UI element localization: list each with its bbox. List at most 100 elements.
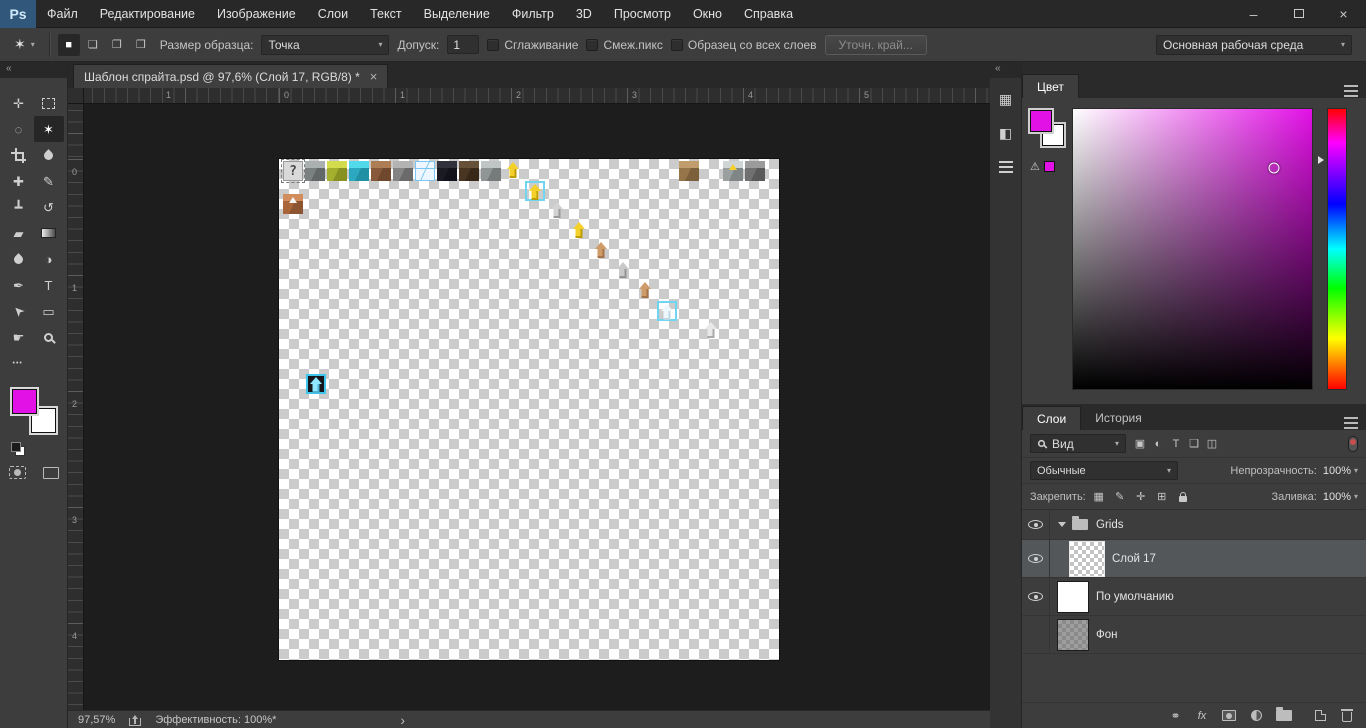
layer-row[interactable]: По умолчанию [1022, 578, 1366, 616]
zoom-tool[interactable] [34, 324, 64, 350]
menu-item[interactable]: Файл [36, 0, 89, 28]
menu-item[interactable]: Выделение [413, 0, 501, 28]
lasso-tool[interactable]: ◌ [4, 116, 34, 142]
antialias-checkbox[interactable] [487, 39, 499, 51]
shape-tool[interactable]: ▭ [34, 298, 64, 324]
layer-row[interactable]: Фон [1022, 616, 1366, 654]
tab-История[interactable]: История [1081, 406, 1156, 430]
delete-layer-icon[interactable] [1340, 707, 1354, 725]
collapse-tools-button[interactable]: « [0, 62, 67, 78]
horizontal-ruler[interactable] [84, 88, 990, 104]
visibility-cell[interactable] [1022, 578, 1050, 615]
restore-button[interactable] [1276, 0, 1321, 27]
filter-type-layers-icon[interactable]: T [1168, 436, 1184, 452]
swatches-panel-icon[interactable]: ◧ [993, 120, 1019, 146]
color-cursor[interactable] [1268, 162, 1279, 173]
menu-item[interactable]: Окно [682, 0, 733, 28]
lock-artboard-icon[interactable]: ⊞ [1155, 489, 1169, 505]
history-brush-tool[interactable]: ↺ [34, 194, 64, 220]
zoom-level[interactable]: 97,57% [78, 714, 115, 726]
marquee-tool[interactable] [34, 90, 64, 116]
sample-all-layers-checkbox[interactable] [671, 39, 683, 51]
new-group-icon[interactable] [1276, 707, 1300, 725]
export-icon[interactable] [129, 718, 141, 726]
dodge-tool[interactable]: ◑ [34, 246, 64, 272]
group-row[interactable]: Grids [1022, 510, 1366, 540]
close-tab-icon[interactable]: × [370, 70, 378, 83]
menu-item[interactable]: Текст [359, 0, 412, 28]
move-tool[interactable]: ✛ [4, 90, 34, 116]
close-button[interactable]: × [1321, 0, 1366, 27]
canvas-viewport[interactable]: ? 101234501234 [68, 88, 990, 710]
blur-tool[interactable] [4, 246, 34, 272]
layer-thumbnail[interactable] [1058, 582, 1088, 612]
visibility-cell[interactable] [1022, 540, 1050, 577]
eraser-tool[interactable]: ▰ [4, 220, 34, 246]
tool-preset-selector[interactable]: ✶ ▾ [8, 34, 41, 55]
filter-adjustment-layers-icon[interactable]: ◐ [1150, 436, 1166, 452]
opacity-input[interactable]: 100% ▾ [1323, 465, 1358, 477]
add-selection-mode-icon[interactable]: ❏ [82, 34, 104, 56]
minimize-button[interactable]: – [1231, 0, 1276, 27]
fill-input[interactable]: 100% ▾ [1323, 491, 1358, 503]
new-layer-icon[interactable] [1313, 707, 1327, 725]
menu-item[interactable]: Изображение [206, 0, 307, 28]
adjustment-layer-icon[interactable] [1249, 707, 1263, 725]
eyedropper-tool[interactable] [34, 142, 64, 168]
default-colors-icon[interactable] [11, 442, 25, 456]
new-selection-mode-icon[interactable]: ■ [58, 34, 80, 56]
magic-wand-tool[interactable]: ✶ [34, 116, 64, 142]
tab-Слои[interactable]: Слои [1022, 406, 1081, 430]
layer-filter-toggle[interactable] [1348, 436, 1358, 452]
status-expand-icon[interactable]: › [400, 712, 405, 728]
type-tool[interactable]: T [34, 272, 64, 298]
lock-all-icon[interactable] [1176, 489, 1190, 505]
path-selection-tool[interactable]: ➤ [4, 298, 34, 324]
visibility-cell[interactable] [1022, 616, 1050, 653]
sample-size-select[interactable]: Точка ▾ [261, 35, 389, 55]
filter-shape-layers-icon[interactable]: ❑ [1186, 436, 1202, 452]
foreground-color-swatch[interactable] [1030, 110, 1052, 132]
filter-pixel-layers-icon[interactable]: ▣ [1132, 436, 1148, 452]
layer-row[interactable]: Слой 17 [1022, 540, 1366, 578]
more-tools[interactable]: ••• [4, 350, 34, 376]
filter-smart-objects-icon[interactable]: ◫ [1204, 436, 1220, 452]
layer-filter-select[interactable]: Вид ▾ [1030, 434, 1126, 453]
subtract-selection-mode-icon[interactable]: ❐ [106, 34, 128, 56]
disclosure-triangle-icon[interactable] [1058, 522, 1066, 527]
blend-mode-select[interactable]: Обычные ▾ [1030, 461, 1178, 480]
document-tab[interactable]: Шаблон спрайта.psd @ 97,6% (Слой 17, RGB… [73, 64, 388, 88]
lock-pixels-icon[interactable]: ✎ [1113, 489, 1127, 505]
panel-menu-icon[interactable] [1344, 90, 1358, 92]
menu-item[interactable]: Редактирование [89, 0, 206, 28]
tolerance-input[interactable]: 1 [447, 35, 479, 54]
layer-mask-icon[interactable] [1222, 707, 1236, 725]
grid-panel-icon[interactable]: ▦ [993, 86, 1019, 112]
menu-item[interactable]: Просмотр [603, 0, 682, 28]
menu-item[interactable]: Фильтр [501, 0, 565, 28]
pen-tool[interactable]: ✒ [4, 272, 34, 298]
lock-transparency-icon[interactable]: ▦ [1092, 489, 1106, 505]
link-layers-icon[interactable]: ⚭ [1168, 707, 1182, 725]
saturation-brightness-field[interactable] [1072, 108, 1313, 390]
layer-thumbnail[interactable] [1070, 542, 1104, 576]
workspace-select[interactable]: Основная рабочая среда ▾ [1156, 35, 1352, 55]
adjustments-panel-icon[interactable] [993, 154, 1019, 180]
layer-style-icon[interactable]: fx [1195, 707, 1209, 725]
tab-color[interactable]: Цвет [1022, 74, 1079, 98]
hue-marker[interactable] [1318, 156, 1328, 164]
crop-tool[interactable] [4, 142, 34, 168]
brush-tool[interactable]: ✎ [34, 168, 64, 194]
menu-item[interactable]: Справка [733, 0, 804, 28]
canvas[interactable]: ? [279, 159, 779, 660]
foreground-color-swatch[interactable] [12, 389, 37, 414]
menu-item[interactable]: 3D [565, 0, 603, 28]
lock-position-icon[interactable]: ✛ [1134, 489, 1148, 505]
layer-thumbnail[interactable] [1058, 620, 1088, 650]
hand-tool[interactable]: ☛ [4, 324, 34, 350]
gradient-tool[interactable] [34, 220, 64, 246]
quick-mask-icon[interactable] [9, 466, 26, 479]
menu-item[interactable]: Слои [307, 0, 359, 28]
visibility-cell[interactable] [1022, 510, 1050, 539]
gamut-warning[interactable]: ⚠ [1030, 160, 1055, 173]
